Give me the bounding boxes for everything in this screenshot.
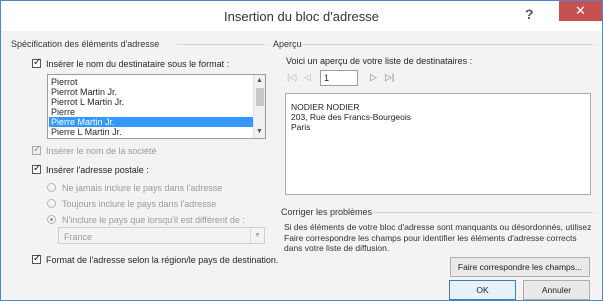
list-item[interactable]: Pierrot Martin Jr. xyxy=(49,87,253,97)
scroll-down-icon[interactable]: ▼ xyxy=(256,128,263,135)
list-item[interactable]: Pierre L Martin Jr. xyxy=(49,127,253,137)
preview-line: NODIER NODIER xyxy=(291,102,360,112)
format-region-label: Format de l'adresse selon la région/le p… xyxy=(46,255,279,265)
cancel-button[interactable]: Annuler xyxy=(523,280,590,300)
preview-line: Paris xyxy=(291,122,311,132)
list-item[interactable]: Pierrot L Martin Jr. xyxy=(49,97,253,107)
list-scrollbar[interactable]: ▲ ▼ xyxy=(253,75,265,138)
section-divider xyxy=(177,44,265,45)
preview-line: 203, Rue des Francs-Bourgeois xyxy=(291,112,412,122)
address-preview: NODIER NODIER 203, Rue des Francs-Bourge… xyxy=(285,93,591,195)
format-region-checkbox[interactable] xyxy=(32,253,41,264)
insert-name-label: Insérer le nom du destinataire sous le f… xyxy=(46,59,230,69)
section-divider xyxy=(301,44,593,45)
country-never-radio[interactable] xyxy=(47,183,56,192)
insert-company-label: Insérer le nom de la société xyxy=(46,146,157,156)
preview-section-title: Aperçu xyxy=(273,39,302,49)
chevron-down-icon[interactable]: ▼ xyxy=(250,228,264,243)
insert-company-checkbox[interactable] xyxy=(32,144,41,155)
country-dropdown[interactable]: France ▼ xyxy=(58,227,265,244)
first-record-icon[interactable]: |◁ xyxy=(287,72,296,83)
previous-record-icon[interactable]: ◁ xyxy=(304,72,311,83)
list-item[interactable]: Pierre xyxy=(49,107,253,117)
list-item[interactable]: Pierrot xyxy=(49,77,253,87)
country-never-label: Ne jamais inclure le pays dans l'adresse xyxy=(62,183,223,193)
insert-name-checkbox[interactable] xyxy=(32,57,41,68)
record-number-input[interactable]: 1 xyxy=(320,70,358,86)
title-bar: Insertion du bloc d'adresse ? ✕ xyxy=(1,1,602,31)
country-always-radio[interactable] xyxy=(47,199,56,208)
help-icon[interactable]: ? xyxy=(525,6,534,22)
scroll-thumb[interactable] xyxy=(256,88,264,106)
country-always-label: Toujours inclure le pays dans l'adresse xyxy=(62,199,217,209)
name-format-list[interactable]: Pierrot Pierrot Martin Jr. Pierrot L Mar… xyxy=(47,74,266,139)
country-if-different-label: N'inclure le pays que lorsqu'il est diff… xyxy=(62,215,245,225)
fix-section-title: Corriger les problèmes xyxy=(281,207,373,217)
country-if-different-radio[interactable] xyxy=(47,215,56,224)
next-record-icon[interactable]: ▷ xyxy=(370,72,377,83)
scroll-up-icon[interactable]: ▲ xyxy=(256,77,263,84)
close-icon[interactable]: ✕ xyxy=(559,1,602,21)
section-divider xyxy=(373,212,593,213)
ok-button[interactable]: OK xyxy=(449,280,516,300)
country-value: France xyxy=(64,232,93,242)
dialog-title: Insertion du bloc d'adresse xyxy=(224,9,379,24)
match-fields-button[interactable]: Faire correspondre les champs... xyxy=(450,257,590,277)
address-block-dialog: Insertion du bloc d'adresse ? ✕ Spécific… xyxy=(0,0,603,301)
insert-postal-checkbox[interactable] xyxy=(32,163,41,174)
fix-description: Si des éléments de votre bloc d'adresse … xyxy=(284,222,592,253)
last-record-icon[interactable]: ▷| xyxy=(385,72,394,83)
address-elements-section-title: Spécification des éléments d'adresse xyxy=(11,39,160,49)
insert-postal-label: Insérer l'adresse postale : xyxy=(46,165,149,175)
list-item-selected[interactable]: Pierre Martin Jr. xyxy=(49,117,253,127)
preview-caption: Voici un aperçu de votre liste de destin… xyxy=(286,56,473,66)
